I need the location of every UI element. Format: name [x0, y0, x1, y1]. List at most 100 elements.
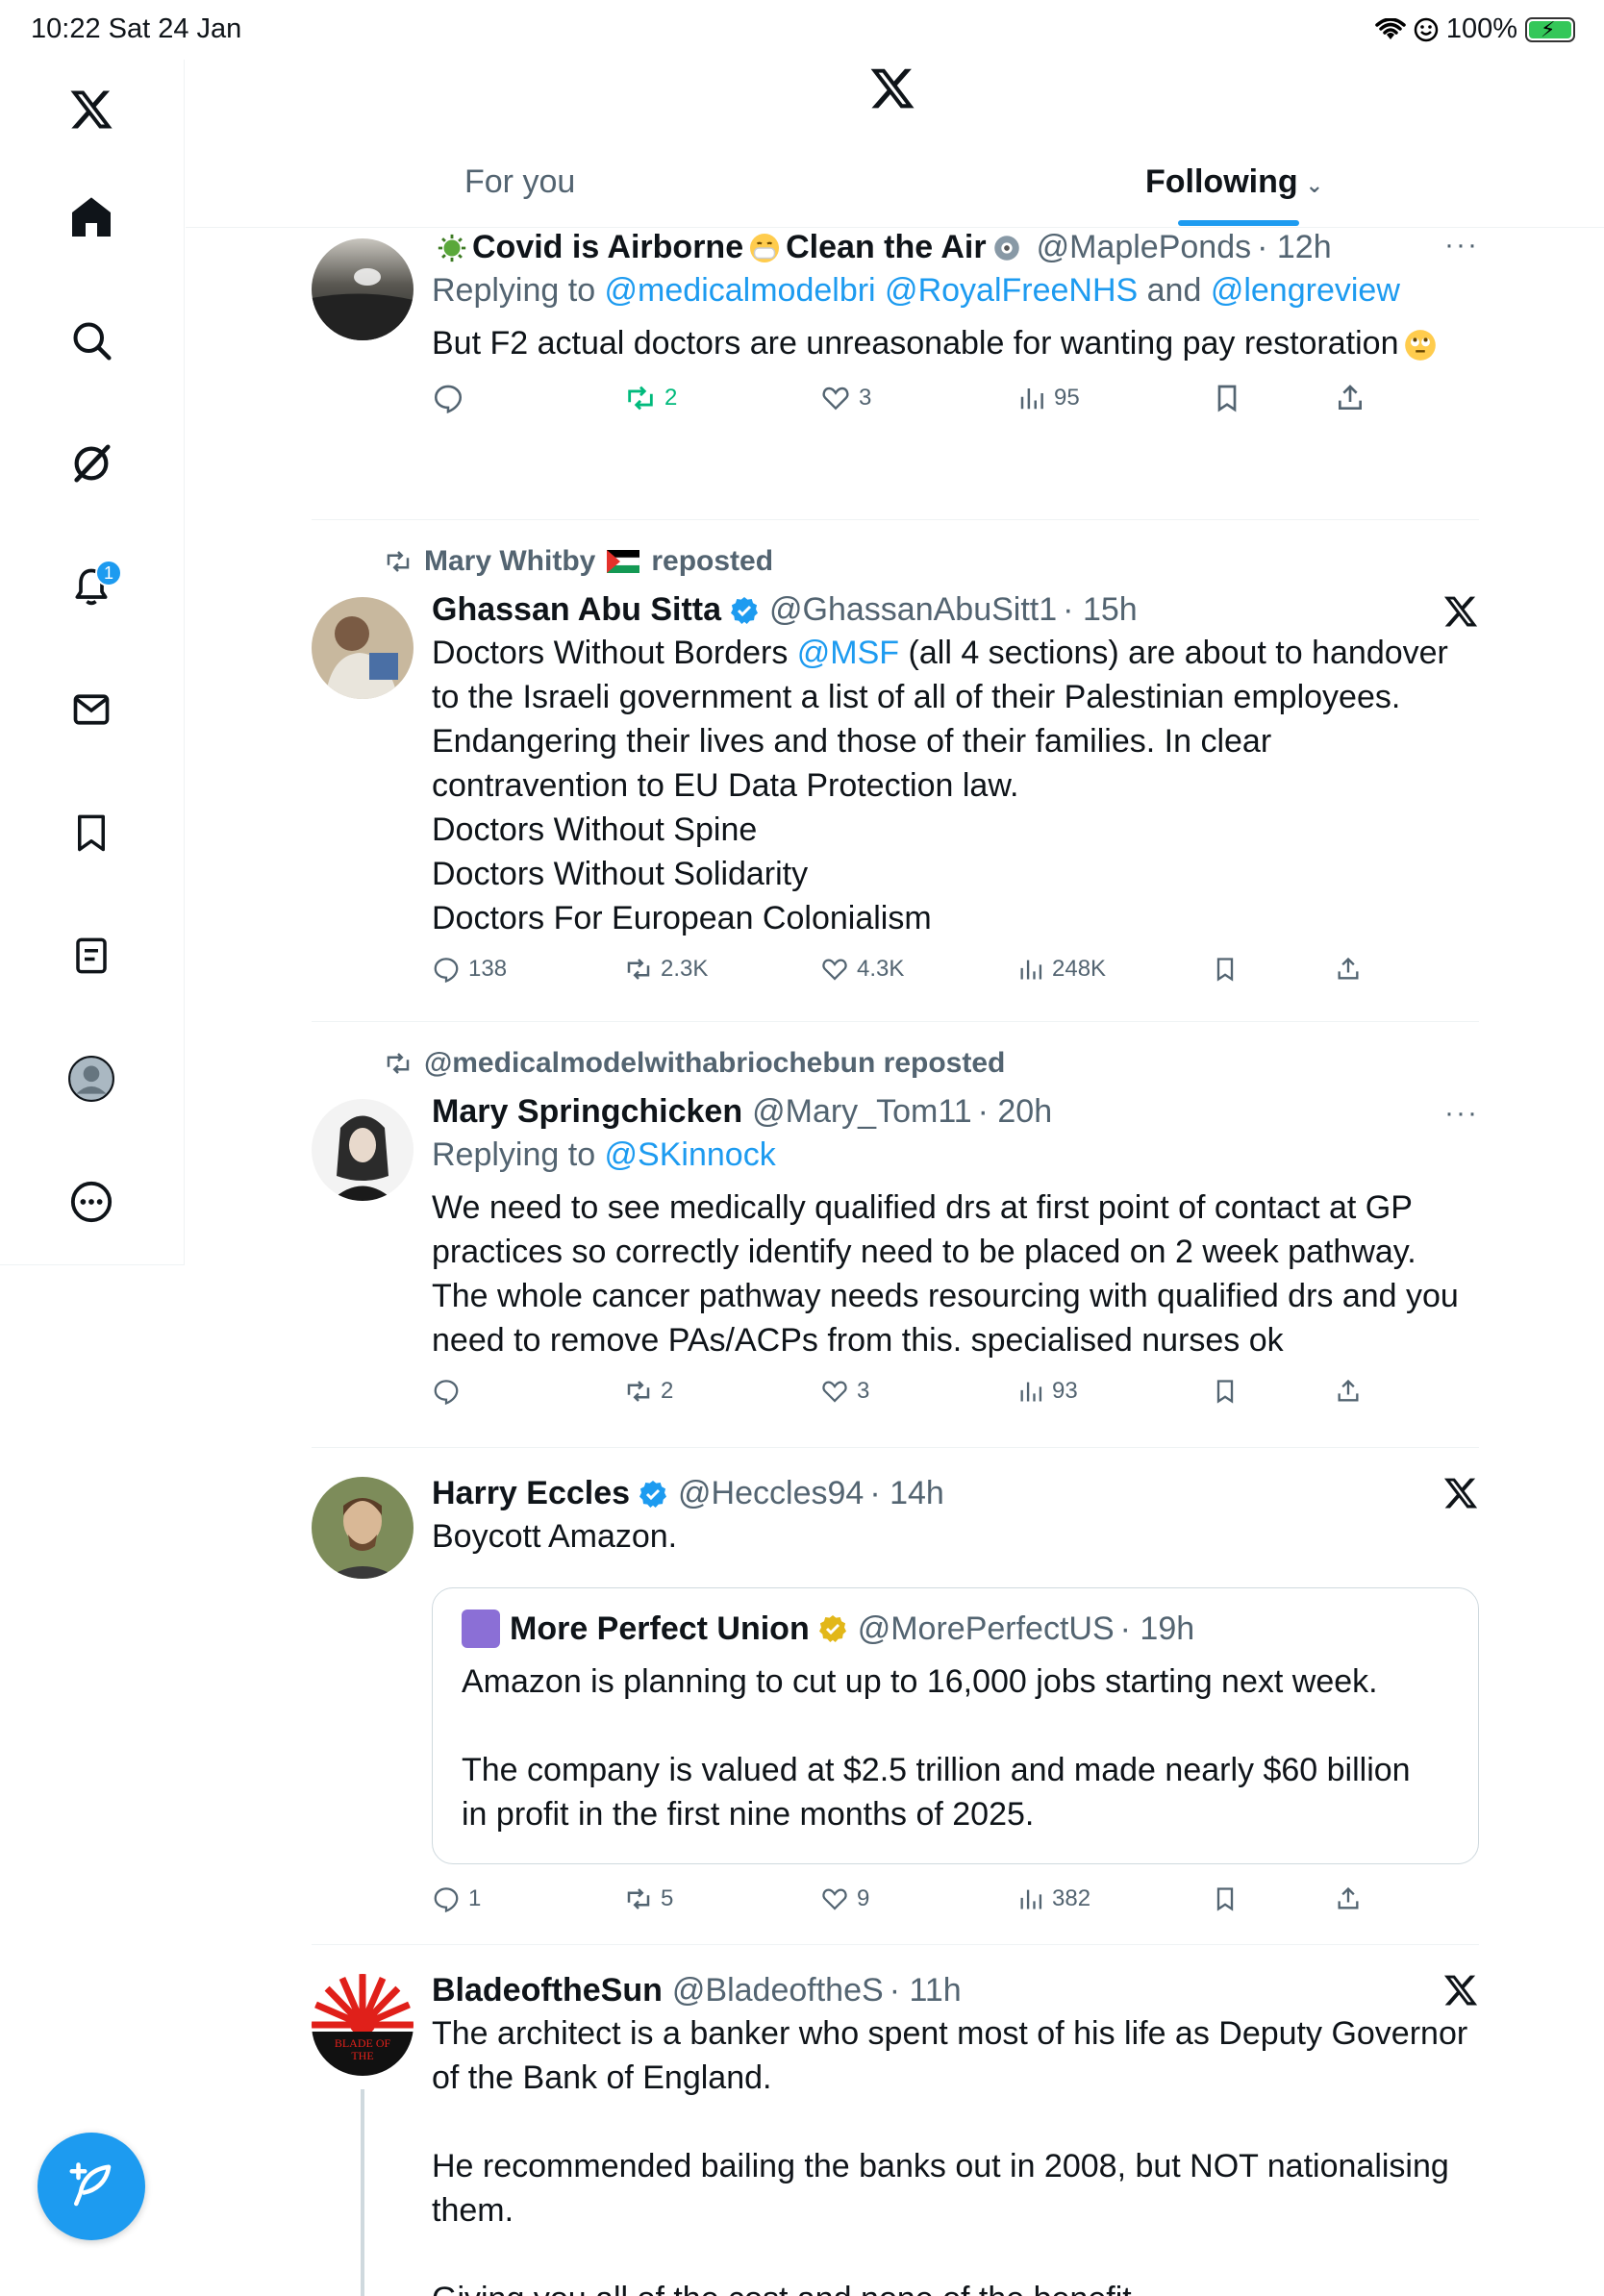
mention-link[interactable]: @MSF — [797, 635, 899, 671]
post-header: Ghassan Abu Sitta @GhassanAbuSitt1 · 15h — [432, 591, 1479, 629]
views-button[interactable]: 382 — [1017, 1885, 1212, 1912]
x-header-logo-icon[interactable] — [868, 64, 916, 112]
reposter-name[interactable]: Mary Whitby — [424, 545, 595, 578]
post-text-line: He recommended bailing the banks out in … — [432, 2148, 1449, 2184]
messages-mail-icon[interactable] — [61, 679, 122, 740]
avatar[interactable] — [312, 1477, 414, 1579]
profile-avatar-icon[interactable] — [61, 1048, 122, 1110]
chevron-down-icon: ⌄ — [1305, 173, 1324, 197]
views-chart-icon — [1020, 960, 1042, 980]
avatar[interactable] — [312, 238, 414, 340]
author-handle[interactable]: @GhassanAbuSitt1 — [769, 591, 1057, 629]
reply-icon — [434, 385, 463, 414]
compose-feather-icon — [69, 2162, 112, 2207]
quoted-author-name[interactable]: More Perfect Union — [510, 1610, 810, 1648]
avatar[interactable] — [312, 1099, 414, 1201]
avatar[interactable] — [312, 597, 414, 699]
virus-emoji-icon — [438, 234, 466, 262]
author-name[interactable]: Ghassan Abu Sitta — [432, 591, 721, 629]
active-tab-indicator — [1178, 220, 1299, 226]
post-time[interactable]: · 14h — [869, 1475, 944, 1512]
reply-button[interactable] — [432, 382, 624, 414]
quoted-post[interactable]: More Perfect Union @MorePerfectUS · 19h … — [432, 1587, 1479, 1864]
quoted-author-avatar[interactable] — [462, 1610, 500, 1648]
author-handle[interactable]: @Mary_Tom11 — [752, 1093, 972, 1131]
home-icon[interactable] — [61, 187, 122, 248]
search-icon[interactable] — [61, 310, 122, 371]
quoted-post-time[interactable]: · 19h — [1120, 1610, 1195, 1648]
author-handle[interactable]: @MaplePonds — [1037, 229, 1252, 266]
lists-icon[interactable] — [61, 925, 122, 986]
post[interactable]: Covid is Airborne Clean the Air @MaplePo… — [312, 229, 1479, 520]
share-button[interactable] — [1335, 1378, 1362, 1405]
views-button[interactable]: 95 — [1017, 384, 1212, 412]
grok-icon[interactable] — [61, 433, 122, 494]
reposted-label: reposted — [651, 545, 774, 577]
post-text-line: them. — [432, 2192, 514, 2229]
post-header: Harry Eccles @Heccles94 · 14h — [432, 1475, 1479, 1512]
author-name[interactable]: Mary Springchicken — [432, 1093, 742, 1131]
share-button[interactable] — [1335, 956, 1362, 983]
share-button[interactable] — [1335, 1885, 1362, 1912]
reply-mentions[interactable]: @SKinnock — [605, 1136, 776, 1173]
x-logo-icon[interactable] — [61, 79, 122, 140]
post-text: Boycott Amazon. — [432, 1514, 1479, 1559]
verified-gold-badge-icon — [818, 1615, 846, 1642]
author-handle[interactable]: @Heccles94 — [678, 1475, 864, 1512]
retweet-button[interactable]: 2.3K — [624, 955, 820, 984]
reply-button[interactable] — [432, 1377, 624, 1406]
avatar[interactable]: BLADE OF THE — [312, 1974, 414, 2076]
post-time[interactable]: · 15h — [1063, 591, 1138, 629]
reply-button[interactable]: 138 — [432, 955, 624, 984]
like-button[interactable]: 3 — [820, 1377, 1017, 1406]
tab-for-you[interactable]: For you — [464, 163, 575, 201]
post-time[interactable]: · 11h — [890, 1972, 962, 2009]
author-name-part[interactable]: Clean the Air — [786, 229, 986, 266]
bookmark-button[interactable] — [1212, 1378, 1335, 1405]
reposter-name[interactable]: @medicalmodelwithabriochebun reposted — [424, 1047, 1005, 1080]
retweet-button[interactable]: 2 — [624, 382, 820, 414]
author-name[interactable]: Covid is Airborne — [472, 229, 743, 266]
post[interactable]: Mary Whitby reposted Ghassan Abu Sitta @… — [312, 520, 1479, 1022]
post[interactable]: @medicalmodelwithabriochebun reposted Ma… — [312, 1022, 1479, 1448]
share-button[interactable] — [1335, 383, 1366, 413]
post-text-prefix: Doctors Without Borders — [432, 635, 797, 671]
reply-button[interactable]: 1 — [432, 1884, 624, 1913]
post[interactable]: BLADE OF THE BladeoftheSun @BladeoftheS … — [312, 1945, 1479, 2296]
post-header: Mary Springchicken @Mary_Tom11 · 20h — [432, 1093, 1479, 1131]
more-options-icon[interactable]: ··· — [1444, 1097, 1479, 1130]
notifications-bell-icon[interactable]: 1 — [61, 556, 122, 617]
retweet-icon — [628, 386, 653, 411]
compose-post-button[interactable] — [38, 2133, 145, 2240]
retweet-count: 2.3K — [661, 956, 709, 982]
like-button[interactable]: 9 — [820, 1884, 1017, 1913]
post-time[interactable]: · 20h — [978, 1093, 1053, 1131]
bookmark-button[interactable] — [1212, 956, 1335, 983]
like-count: 3 — [857, 1378, 870, 1404]
x-source-icon — [1442, 1972, 1479, 2009]
author-name[interactable]: Harry Eccles — [432, 1475, 630, 1512]
author-handle[interactable]: @BladeoftheS — [672, 1972, 884, 2009]
retweet-button[interactable]: 2 — [624, 1377, 820, 1406]
retweet-button[interactable]: 5 — [624, 1884, 820, 1913]
bookmarks-icon[interactable] — [61, 802, 122, 863]
post[interactable]: Harry Eccles @Heccles94 · 14h Boycott Am… — [312, 1448, 1479, 1945]
more-options-icon[interactable]: ··· — [1444, 229, 1479, 262]
views-button[interactable]: 248K — [1017, 956, 1212, 983]
tab-following[interactable]: Following ⌄ — [1145, 163, 1323, 201]
heart-icon — [822, 1888, 847, 1910]
more-options-icon[interactable] — [61, 1171, 122, 1233]
reply-icon — [434, 958, 459, 984]
reply-mentions[interactable]: @medicalmodelbri @RoyalFreeNHS — [605, 272, 1139, 309]
reply-mention-last[interactable]: @lengreview — [1211, 272, 1400, 309]
post-time[interactable]: · 12h — [1257, 229, 1332, 266]
views-count: 382 — [1052, 1885, 1091, 1911]
quoted-author-handle[interactable]: @MorePerfectUS — [858, 1610, 1115, 1648]
like-button[interactable]: 3 — [820, 383, 1017, 413]
author-name[interactable]: BladeoftheSun — [432, 1972, 663, 2009]
bookmark-button[interactable] — [1212, 1885, 1335, 1912]
bookmark-button[interactable] — [1212, 383, 1335, 413]
like-button[interactable]: 4.3K — [820, 955, 1017, 984]
post-actions: 2 3 93 — [432, 1372, 1479, 1410]
views-button[interactable]: 93 — [1017, 1378, 1212, 1405]
